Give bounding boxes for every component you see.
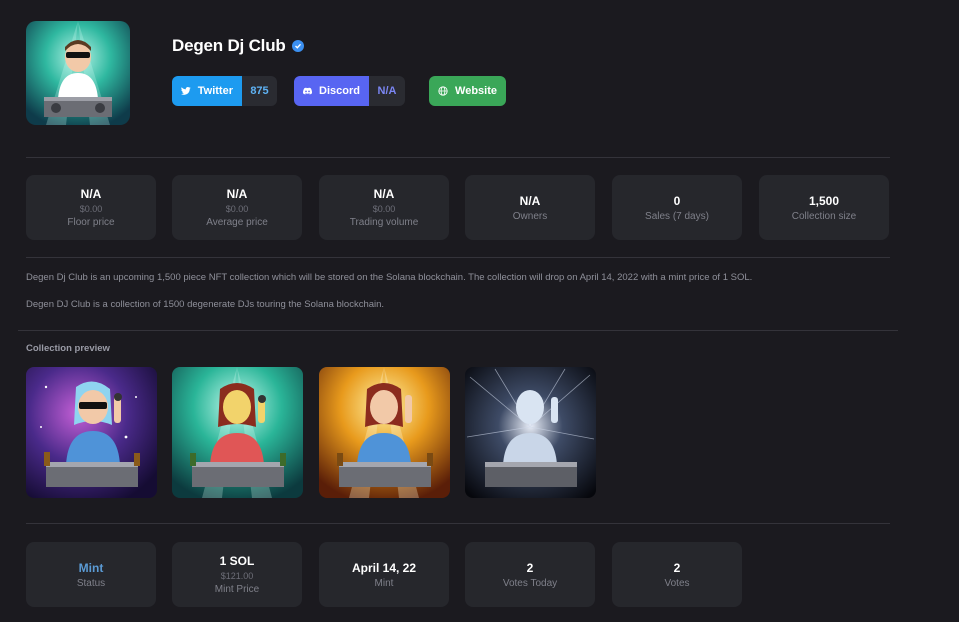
preview-image-1[interactable] (26, 367, 157, 498)
preview-divider (26, 523, 890, 524)
stat-value: N/A (80, 187, 102, 201)
stat-collection-size: 1,500 Collection size (759, 175, 889, 240)
votes-label: Votes (664, 577, 690, 589)
stat-label: Trading volume (349, 217, 419, 228)
mint-price-label: Mint Price (214, 584, 260, 595)
collection-title-row: Degen Dj Club (172, 36, 304, 56)
votes-today-card: 2 Votes Today (465, 542, 595, 607)
votes-today-label: Votes Today (502, 577, 558, 589)
stat-usd: $0.00 (79, 204, 103, 214)
preview-image-3[interactable] (319, 367, 450, 498)
collection-preview-heading: Collection preview (26, 343, 110, 354)
stat-label: Collection size (791, 210, 857, 222)
website-button[interactable]: Website (429, 76, 506, 106)
website-label: Website (455, 85, 497, 97)
stat-floor-price: N/A $0.00 Floor price (26, 175, 156, 240)
discord-icon (303, 87, 313, 95)
stat-usd: $0.00 (225, 204, 249, 214)
description-paragraph-2: Degen DJ Club is a collection of 1500 de… (26, 299, 385, 310)
votes-value: 2 (673, 560, 681, 575)
stat-label: Average price (206, 217, 268, 228)
votes-card: 2 Votes (612, 542, 742, 607)
mint-date-value: April 14, 22 (351, 560, 417, 575)
mint-date-label: Mint (374, 577, 394, 589)
stats-divider (26, 257, 890, 258)
description-divider (18, 330, 898, 331)
mint-status-value: Mint (78, 560, 104, 575)
stat-value: 0 (673, 193, 681, 208)
mint-price-value: 1 SOL (219, 554, 255, 568)
collection-logo (26, 21, 130, 125)
description-paragraph-1: Degen Dj Club is an upcoming 1,500 piece… (26, 272, 753, 283)
stat-label: Sales (7 days) (645, 210, 709, 222)
mint-price-card: 1 SOL $121.00 Mint Price (172, 542, 302, 607)
stat-owners: N/A Owners (465, 175, 595, 240)
verified-badge-icon (291, 40, 304, 52)
stat-value: 1,500 (808, 193, 840, 208)
stat-average-price: N/A $0.00 Average price (172, 175, 302, 240)
mint-date-card: April 14, 22 Mint (319, 542, 449, 607)
collection-title: Degen Dj Club (172, 36, 286, 55)
stat-value: N/A (373, 187, 395, 201)
mint-price-usd: $121.00 (220, 571, 254, 581)
stat-sales-7-days: 0 Sales (7 days) (612, 175, 742, 240)
twitter-count: 875 (242, 76, 277, 106)
preview-image-4[interactable] (465, 367, 596, 498)
collection-logo-art (26, 21, 130, 125)
globe-icon (438, 86, 448, 96)
stat-usd: $0.00 (372, 204, 396, 214)
twitter-icon (181, 86, 191, 95)
discord-count: N/A (369, 76, 405, 106)
header-divider (26, 157, 890, 158)
twitter-button[interactable]: Twitter 875 (172, 76, 277, 106)
stat-label: Floor price (67, 217, 115, 228)
mint-status-card: Mint Status (26, 542, 156, 607)
stat-label: Owners (512, 210, 548, 222)
discord-label: Discord (319, 85, 360, 97)
stat-value: N/A (519, 193, 541, 208)
mint-status-label: Status (76, 577, 106, 589)
twitter-label: Twitter (197, 85, 233, 97)
preview-image-2[interactable] (172, 367, 303, 498)
stat-trading-volume: N/A $0.00 Trading volume (319, 175, 449, 240)
discord-button[interactable]: Discord N/A (294, 76, 405, 106)
stat-value: N/A (226, 187, 248, 201)
votes-today-value: 2 (526, 560, 534, 575)
